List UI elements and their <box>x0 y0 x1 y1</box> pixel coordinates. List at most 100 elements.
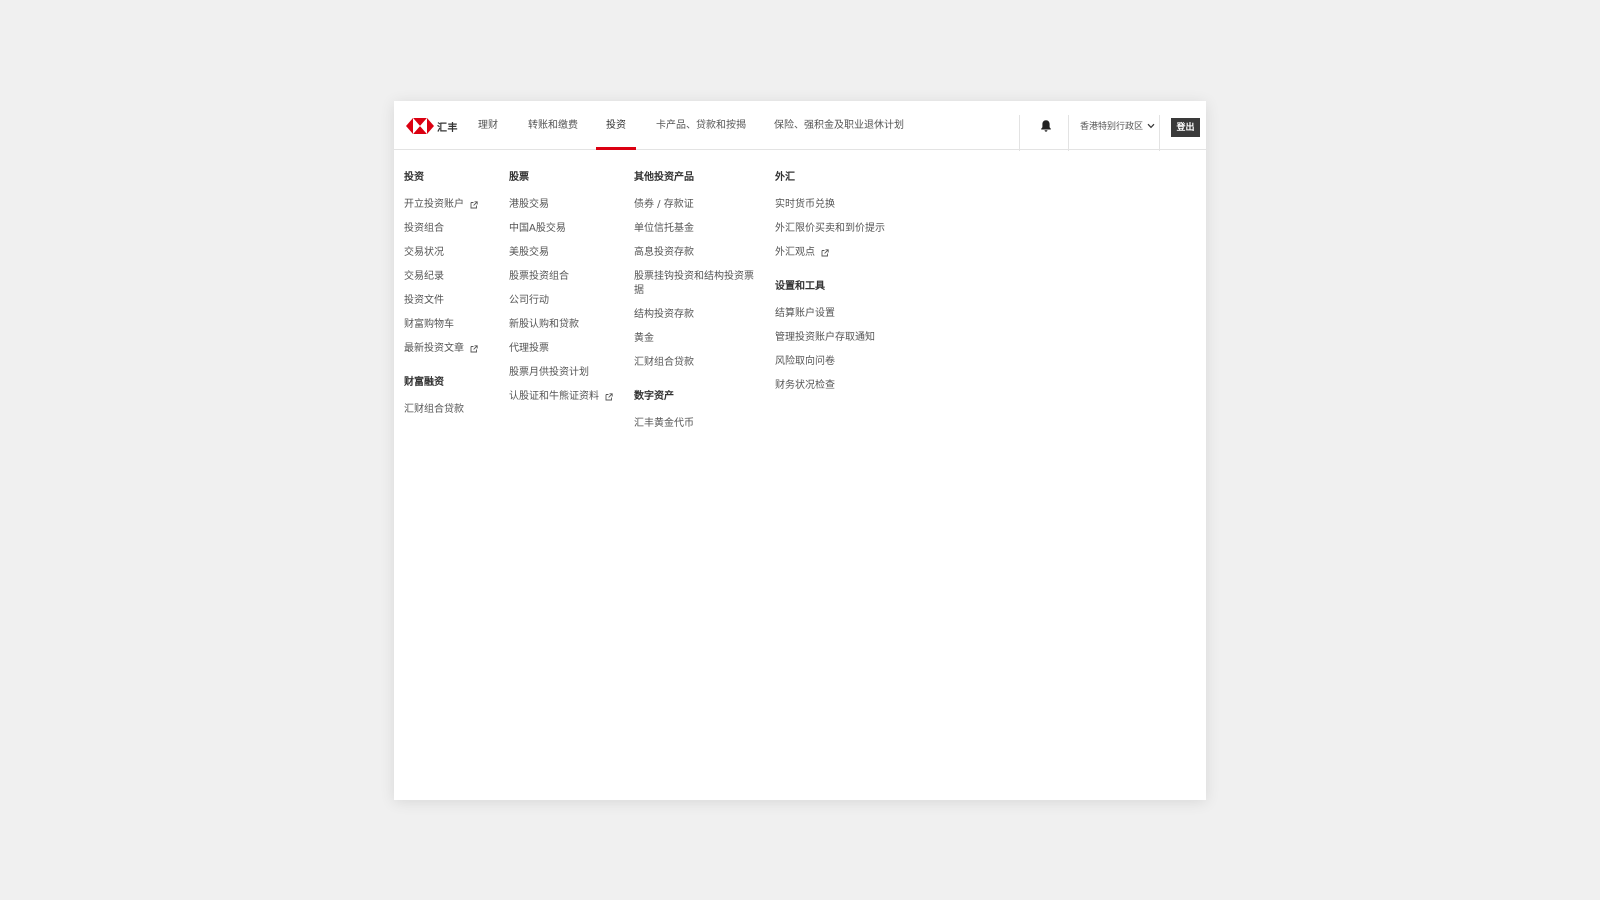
menu-group-title: 设置和工具 <box>775 281 825 292</box>
menu-link-fx-insights[interactable]: 外汇观点 <box>775 246 885 260</box>
divider <box>1019 115 1020 151</box>
menu-link-label: 风险取向问卷 <box>775 356 835 367</box>
hsbc-hexagon-icon <box>406 118 434 134</box>
menu-link-wealth-cart[interactable]: 财富购物车 <box>404 318 478 332</box>
menu-link-label: 交易纪录 <box>404 271 444 282</box>
menu-link-label: 汇丰黄金代币 <box>634 418 694 429</box>
menu-link-label: 汇财组合贷款 <box>634 357 694 368</box>
menu-link-label: 公司行动 <box>509 295 549 306</box>
menu-link-label: 最新投资文章 <box>404 343 464 354</box>
region-selector[interactable]: 香港特别行政区 <box>1080 119 1155 132</box>
menu-link-risk-questionnaire[interactable]: 风险取向问卷 <box>775 355 885 369</box>
menu-link-latest-articles[interactable]: 最新投资文章 <box>404 342 478 356</box>
menu-link-equity-linked[interactable]: 股票挂钩投资和结构投资票据 <box>634 270 756 298</box>
menu-link-portfolio-loan[interactable]: 汇财组合贷款 <box>404 403 478 417</box>
menu-link-account-notifications[interactable]: 管理投资账户存取通知 <box>775 331 885 345</box>
menu-link-open-account[interactable]: 开立投资账户 <box>404 198 478 212</box>
region-label: 香港特别行政区 <box>1080 122 1144 132</box>
menu-link-label: 管理投资账户存取通知 <box>775 332 875 343</box>
external-link-icon <box>470 345 478 353</box>
divider <box>1068 115 1069 151</box>
external-link-icon <box>470 201 478 209</box>
nav-item-transfers[interactable]: 转账和缴费 <box>528 101 578 150</box>
menu-link-gold[interactable]: 黄金 <box>634 332 756 346</box>
menu-link-label: 黄金 <box>634 333 654 344</box>
menu-link-label: 代理投票 <box>509 343 549 354</box>
top-navigation-bar: 汇丰 理财 转账和缴费 投资 卡产品、贷款和按揭 保险、强积金及职业退休计划 香… <box>394 101 1206 151</box>
nav-item-investment[interactable]: 投资 <box>596 101 636 150</box>
menu-link-trade-status[interactable]: 交易状况 <box>404 246 478 260</box>
menu-link-fx-exchange[interactable]: 实时货币兑换 <box>775 198 885 212</box>
menu-group-title: 其他投资产品 <box>634 172 694 183</box>
menu-link-ipo[interactable]: 新股认购和贷款 <box>509 318 613 332</box>
menu-group-title: 财富融资 <box>404 377 444 388</box>
menu-link-label: 外汇限价买卖和到价提示 <box>775 223 885 234</box>
menu-link-trade-history[interactable]: 交易纪录 <box>404 270 478 284</box>
menu-link-china-a-shares[interactable]: 中国A股交易 <box>509 222 613 236</box>
external-link-icon <box>821 249 829 257</box>
divider <box>1159 115 1160 151</box>
menu-link-label: 新股认购和贷款 <box>509 319 579 330</box>
brand-name: 汇丰 <box>437 122 458 134</box>
menu-group-title: 股票 <box>509 172 529 183</box>
menu-link-warrants-cbbc[interactable]: 认股证和牛熊证资料 <box>509 390 613 404</box>
menu-link-label: 股票投资组合 <box>509 271 569 282</box>
menu-link-unit-trusts[interactable]: 单位信托基金 <box>634 222 756 236</box>
menu-link-label: 财务状况检查 <box>775 380 835 391</box>
bell-icon[interactable] <box>1039 119 1053 133</box>
menu-link-label: 汇财组合贷款 <box>404 404 464 415</box>
menu-link-label: 中国A股交易 <box>509 223 566 234</box>
menu-link-us-stocks[interactable]: 美股交易 <box>509 246 613 260</box>
menu-link-label: 交易状况 <box>404 247 444 258</box>
menu-link-gold-token[interactable]: 汇丰黄金代币 <box>634 417 756 431</box>
nav-item-insurance[interactable]: 保险、强积金及职业退休计划 <box>774 101 904 150</box>
menu-link-label: 高息投资存款 <box>634 247 694 258</box>
menu-link-label: 美股交易 <box>509 247 549 258</box>
menu-group-title: 数字资产 <box>634 391 674 402</box>
menu-link-label: 实时货币兑换 <box>775 199 835 210</box>
menu-link-financial-health-check[interactable]: 财务状况检查 <box>775 379 885 393</box>
nav-item-wealth[interactable]: 理财 <box>478 101 498 150</box>
menu-link-bonds-cds[interactable]: 债券 / 存款证 <box>634 198 756 212</box>
menu-link-portfolio-loan-2[interactable]: 汇财组合贷款 <box>634 356 756 370</box>
menu-link-label: 认股证和牛熊证资料 <box>509 391 599 402</box>
menu-link-label: 财富购物车 <box>404 319 454 330</box>
menu-link-fx-limit-orders[interactable]: 外汇限价买卖和到价提示 <box>775 222 885 236</box>
menu-link-settlement-settings[interactable]: 结算账户设置 <box>775 307 885 321</box>
menu-link-label: 开立投资账户 <box>404 199 464 210</box>
menu-link-stock-portfolio[interactable]: 股票投资组合 <box>509 270 613 284</box>
menu-link-label: 单位信托基金 <box>634 223 694 234</box>
hsbc-logo[interactable]: 汇丰 <box>406 117 458 135</box>
menu-link-proxy-voting[interactable]: 代理投票 <box>509 342 613 356</box>
chevron-down-icon <box>1147 123 1155 128</box>
menu-link-label: 债券 / 存款证 <box>634 199 694 210</box>
external-link-icon <box>605 393 613 401</box>
menu-link-structured-deposit[interactable]: 结构投资存款 <box>634 308 756 322</box>
menu-column-investment: 投资 开立投资账户 投资组合 交易状况 交易纪录 投资文件 财富购物车 最新投资… <box>404 171 478 427</box>
logout-button[interactable]: 登出 <box>1171 118 1200 137</box>
menu-link-label: 结构投资存款 <box>634 309 694 320</box>
menu-link-label: 投资文件 <box>404 295 444 306</box>
menu-link-label: 港股交易 <box>509 199 549 210</box>
menu-link-label: 结算账户设置 <box>775 308 835 319</box>
menu-link-corporate-actions[interactable]: 公司行动 <box>509 294 613 308</box>
menu-link-investment-documents[interactable]: 投资文件 <box>404 294 478 308</box>
menu-column-stocks: 股票 港股交易 中国A股交易 美股交易 股票投资组合 公司行动 新股认购和贷款 … <box>509 171 613 414</box>
menu-link-premium-deposit[interactable]: 高息投资存款 <box>634 246 756 260</box>
app-window: 汇丰 理财 转账和缴费 投资 卡产品、贷款和按揭 保险、强积金及职业退休计划 香… <box>394 101 1206 800</box>
menu-column-fx: 外汇 实时货币兑换 外汇限价买卖和到价提示 外汇观点 设置和工具 结算账户设置 … <box>775 171 885 403</box>
menu-group-title: 外汇 <box>775 172 795 183</box>
menu-link-portfolio[interactable]: 投资组合 <box>404 222 478 236</box>
menu-link-label: 股票月供投资计划 <box>509 367 589 378</box>
nav-item-cards-loans[interactable]: 卡产品、贷款和按揭 <box>656 101 746 150</box>
menu-link-label: 股票挂钩投资和结构投资票据 <box>634 271 754 296</box>
menu-link-label: 外汇观点 <box>775 247 815 258</box>
menu-link-monthly-stock-plan[interactable]: 股票月供投资计划 <box>509 366 613 380</box>
menu-link-hk-stocks[interactable]: 港股交易 <box>509 198 613 212</box>
menu-link-label: 投资组合 <box>404 223 444 234</box>
menu-column-other-products: 其他投资产品 债券 / 存款证 单位信托基金 高息投资存款 股票挂钩投资和结构投… <box>634 171 756 441</box>
menu-group-title: 投资 <box>404 172 424 183</box>
